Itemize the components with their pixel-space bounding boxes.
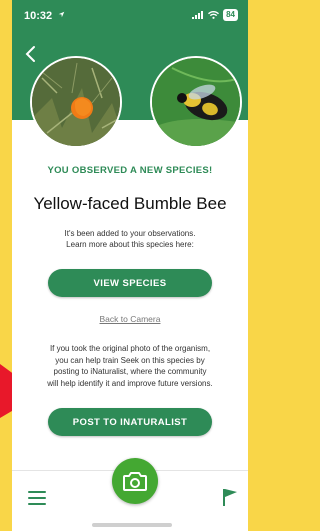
status-bar: 10:32 84: [12, 0, 248, 28]
back-to-camera-link[interactable]: Back to Camera: [12, 314, 248, 324]
camera-icon: [123, 471, 147, 491]
new-species-headline: YOU OBSERVED A NEW SPECIES!: [47, 165, 213, 176]
battery-indicator: 84: [223, 9, 238, 21]
info-line: If you took the original photo of the or…: [49, 344, 211, 353]
species-photo: [150, 56, 242, 148]
signal-icon: [192, 11, 204, 19]
view-species-button[interactable]: VIEW SPECIES: [48, 269, 212, 297]
wifi-icon: [208, 11, 220, 19]
observation-message: It's been added to your observations. Le…: [32, 228, 228, 250]
info-line: posting to iNaturalist, where the commun…: [53, 367, 207, 376]
species-name: Yellow-faced Bumble Bee: [33, 194, 227, 213]
status-icons: 84: [58, 9, 238, 21]
post-to-inaturalist-button[interactable]: POST TO INATURALIST: [48, 408, 212, 436]
flag-icon[interactable]: [222, 488, 238, 506]
camera-button[interactable]: [112, 458, 158, 504]
message-line: Learn more about this species here:: [66, 240, 194, 249]
info-line: you can help train Seek on this species …: [55, 355, 205, 365]
home-indicator: [92, 523, 172, 527]
status-time: 10:32: [24, 10, 53, 22]
message-line: It's been added to your observations.: [64, 229, 196, 238]
info-line: will help identify it and improve future…: [47, 378, 213, 388]
menu-icon[interactable]: [28, 491, 46, 505]
user-photo: [30, 56, 122, 148]
inaturalist-info: If you took the original photo of the or…: [28, 343, 232, 389]
chevron-left-icon[interactable]: [22, 44, 42, 64]
location-arrow-icon: [58, 11, 65, 18]
phone-screen: 10:32 84 YOU OBSERVED A NEW SPECIES! Yel…: [12, 0, 248, 531]
